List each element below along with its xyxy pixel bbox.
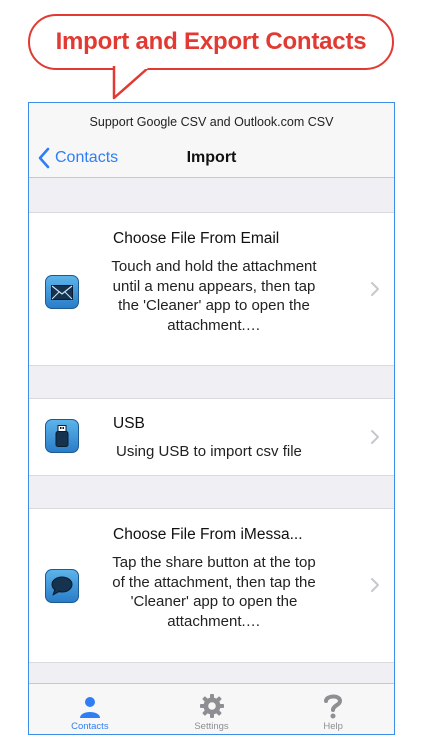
status-text: Support Google CSV and Outlook.com CSV	[89, 115, 334, 129]
phone-screen: Support Google CSV and Outlook.com CSV C…	[28, 102, 395, 735]
gear-icon	[199, 694, 224, 718]
section-spacer	[29, 476, 394, 508]
chevron-right-icon	[371, 282, 379, 296]
message-bubble-icon	[45, 569, 79, 603]
option-description: Using USB to import csv file	[116, 443, 302, 460]
page-title: Import	[186, 149, 237, 166]
status-bar: Support Google CSV and Outlook.com CSV	[29, 103, 394, 141]
section-spacer	[29, 178, 394, 212]
option-description: Tap the share button at the top of the a…	[112, 554, 316, 630]
tab-bar: Contacts Settings Help	[29, 683, 394, 734]
option-usb[interactable]: USB Using USB to import csv file	[29, 398, 394, 476]
speech-bubble-tail	[112, 66, 149, 100]
navigation-bar: Contacts Import	[29, 141, 394, 178]
option-title: USB	[113, 415, 145, 432]
option-email[interactable]: Choose File From Email Touch and hold th…	[29, 212, 394, 366]
section-spacer	[29, 366, 394, 398]
speech-bubble: Import and Export Contacts	[28, 14, 394, 70]
question-mark-icon	[324, 694, 343, 719]
person-icon	[79, 697, 100, 718]
option-title: Choose File From Email	[113, 230, 280, 247]
tab-label: Contacts	[71, 721, 109, 732]
chevron-right-icon	[371, 578, 379, 592]
tab-label: Settings	[194, 721, 229, 732]
option-imessage[interactable]: Choose File From iMessa... Tap the share…	[29, 508, 394, 663]
tab-contacts[interactable]: Contacts	[29, 684, 151, 734]
banner-title: Import and Export Contacts	[55, 28, 367, 55]
tab-label: Help	[323, 721, 343, 732]
tab-help[interactable]: Help	[272, 684, 394, 734]
chevron-right-icon	[371, 430, 379, 444]
option-description: Touch and hold the attachment until a me…	[111, 258, 317, 334]
promo-banner: Import and Export Contacts	[0, 0, 422, 104]
usb-icon	[45, 419, 79, 453]
option-title: Choose File From iMessa...	[113, 526, 303, 543]
mail-icon	[45, 275, 79, 309]
tab-settings[interactable]: Settings	[151, 684, 273, 734]
